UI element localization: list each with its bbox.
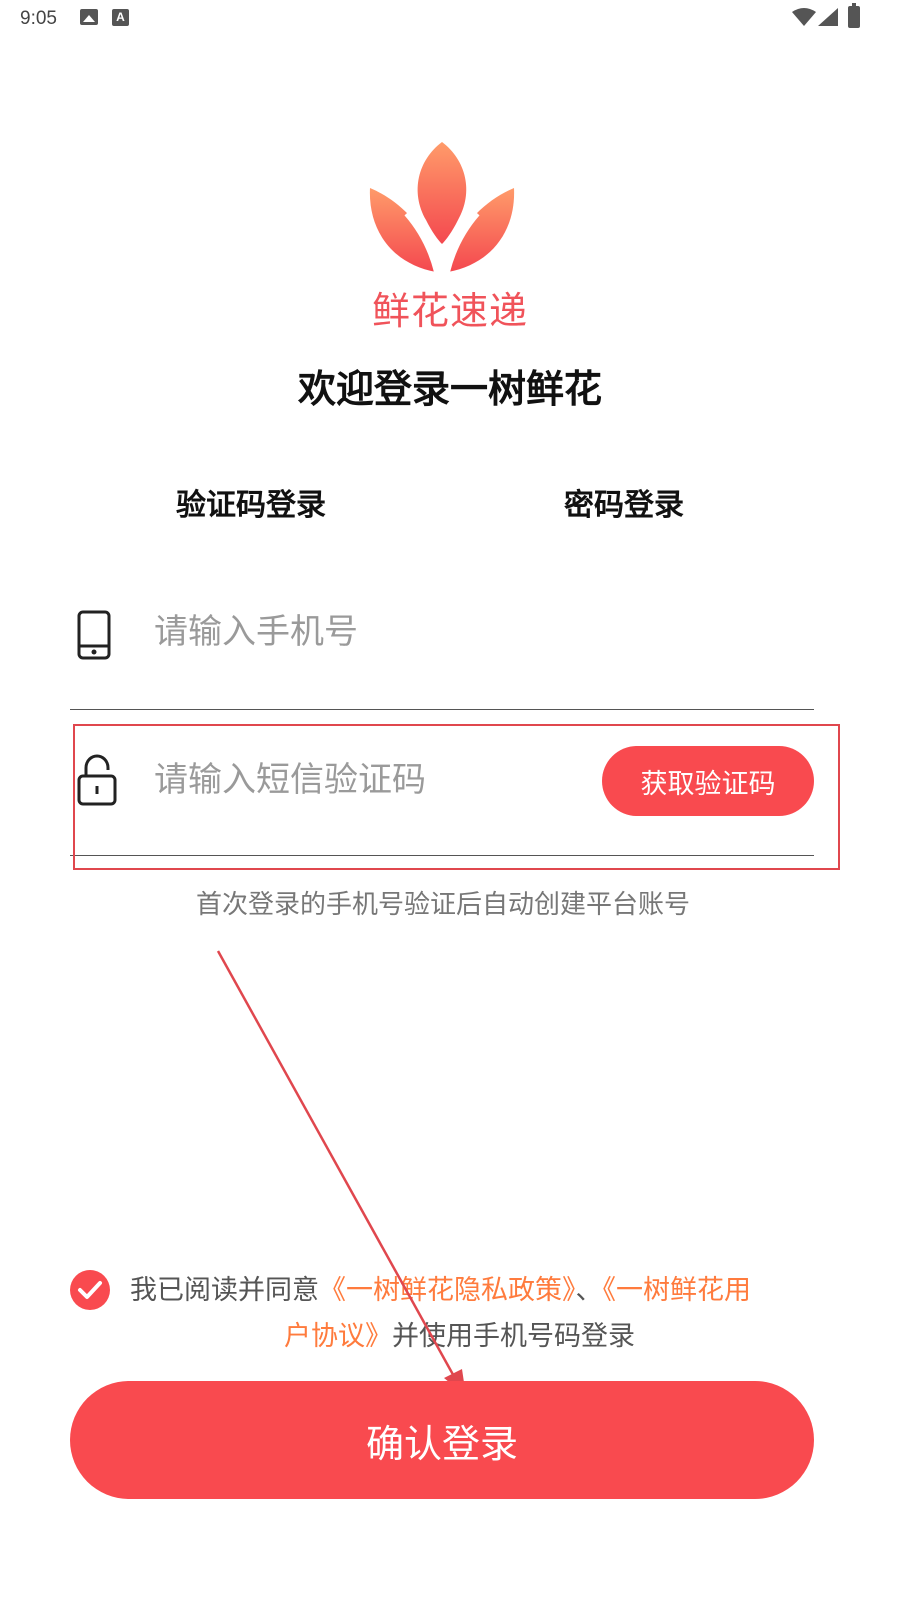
phone-icon bbox=[77, 610, 111, 660]
wifi-icon bbox=[792, 8, 816, 26]
agreement-suffix: 并使用手机号码登录 bbox=[392, 1321, 635, 1352]
user-agreement-link-part2[interactable]: 户协议》 bbox=[284, 1321, 392, 1352]
check-icon bbox=[78, 1281, 102, 1299]
get-code-button[interactable]: 获取验证码 bbox=[602, 746, 814, 816]
agreement-text: 我已阅读并同意《一树鲜花隐私政策》、《一树鲜花用 户协议》并使用手机号码登录 bbox=[130, 1268, 820, 1360]
hint-text: 首次登录的手机号验证后自动创建平台账号 bbox=[195, 890, 690, 920]
battery-icon bbox=[848, 3, 860, 28]
agree-checkbox[interactable] bbox=[70, 1270, 110, 1310]
lock-icon bbox=[77, 754, 117, 806]
status-time: 9:05 bbox=[20, 8, 57, 29]
tab-label: 密码登录 bbox=[564, 488, 684, 523]
agreement-separator: 、 bbox=[575, 1275, 603, 1306]
a-icon: A bbox=[112, 9, 129, 26]
logo-text: 鲜花速递 bbox=[371, 289, 528, 333]
page-title: 欢迎登录一树鲜花 bbox=[297, 367, 602, 411]
user-agreement-link-part1[interactable]: 《一树鲜花用 bbox=[603, 1275, 752, 1306]
signal-icon bbox=[818, 8, 838, 26]
phone-input[interactable] bbox=[154, 612, 594, 652]
flower-icon bbox=[369, 142, 515, 273]
tab-label: 验证码登录 bbox=[176, 488, 326, 523]
image-icon bbox=[80, 9, 98, 25]
status-bar: 9:05 A bbox=[0, 0, 900, 36]
sms-code-input[interactable] bbox=[154, 760, 594, 800]
sms-code-field: 获取验证码 bbox=[70, 740, 814, 856]
confirm-login-button[interactable]: 确认登录 bbox=[70, 1381, 814, 1499]
tab-sms-login[interactable]: 验证码登录 bbox=[174, 480, 328, 530]
privacy-policy-link[interactable]: 《一树鲜花隐私政策》 bbox=[319, 1275, 576, 1306]
phone-field bbox=[70, 592, 814, 710]
tab-password-login[interactable]: 密码登录 bbox=[564, 480, 684, 524]
agreement-prefix: 我已阅读并同意 bbox=[130, 1275, 319, 1306]
